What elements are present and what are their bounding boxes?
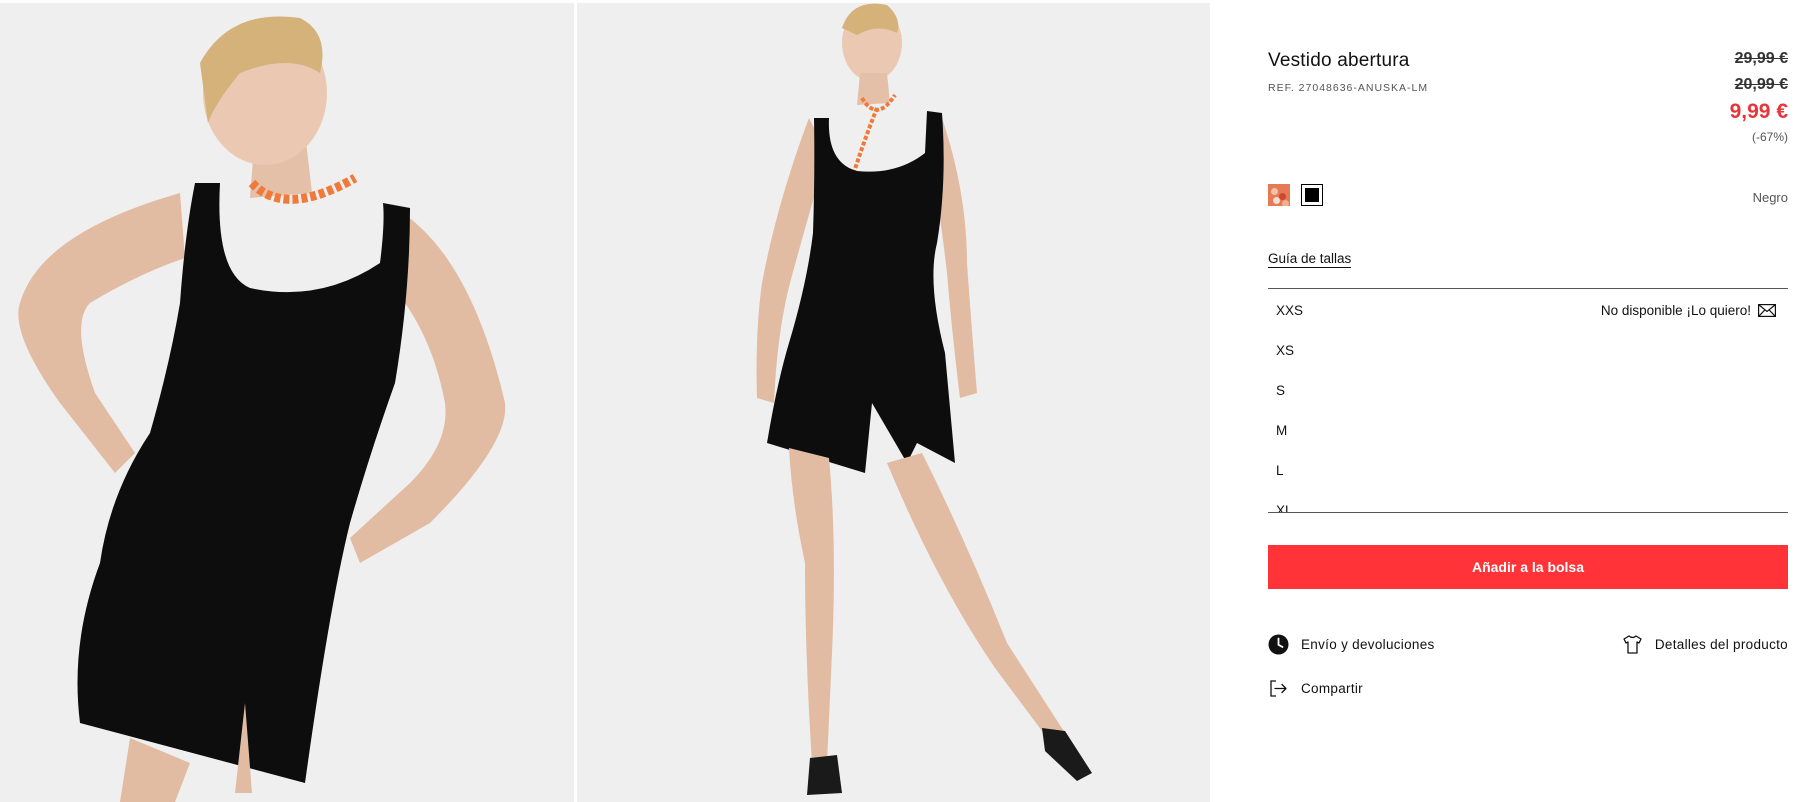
size-option-xl[interactable]: XL (1268, 490, 1788, 513)
sale-price: 9,99 € (1729, 100, 1788, 123)
share-link[interactable]: Compartir (1268, 678, 1363, 699)
size-list[interactable]: XXS No disponible ¡Lo quiero! XS S M L X… (1268, 288, 1788, 513)
color-swatch-print[interactable] (1268, 184, 1290, 206)
previous-price: 20,99 € (1734, 76, 1788, 93)
product-image-2[interactable] (577, 3, 1210, 802)
product-image-1[interactable] (0, 3, 574, 802)
product-title: Vestido abertura (1268, 50, 1410, 71)
color-swatch-black[interactable] (1301, 184, 1323, 206)
price-block: 29,99 € 20,99 € 9,99 € (-67%) (1730, 46, 1788, 148)
size-option-m[interactable]: M (1268, 410, 1788, 450)
size-guide-link[interactable]: Guía de tallas (1268, 251, 1352, 268)
product-photo-1-illustration (0, 3, 574, 802)
color-selector (1268, 184, 1323, 206)
product-gallery (0, 0, 1210, 802)
product-details-label: Detalles del producto (1654, 637, 1788, 652)
clock-icon (1268, 634, 1289, 655)
tshirt-icon (1623, 635, 1642, 654)
size-label: S (1276, 382, 1286, 398)
share-label: Compartir (1301, 681, 1363, 696)
original-price: 29,99 € (1734, 50, 1788, 67)
discount-badge: (-67%) (1751, 130, 1788, 144)
share-icon (1270, 680, 1287, 697)
size-label: M (1276, 422, 1288, 438)
add-to-bag-button[interactable]: Añadir a la bolsa (1268, 545, 1788, 589)
size-availability[interactable]: No disponible ¡Lo quiero! (1601, 290, 1776, 330)
size-option-l[interactable]: L (1268, 450, 1788, 490)
size-label: XXS (1276, 302, 1304, 318)
notify-me-label: No disponible ¡Lo quiero! (1600, 302, 1751, 318)
product-photo-2-illustration (577, 3, 1210, 802)
product-details-link[interactable]: Detalles del producto (1622, 634, 1788, 655)
product-info-panel: Vestido abertura REF. 27048636-ANUSKA-LM… (1268, 0, 1788, 802)
size-label: XL (1276, 502, 1293, 513)
size-option-s[interactable]: S (1268, 370, 1788, 410)
shipping-returns-link[interactable]: Envío y devoluciones (1268, 634, 1435, 655)
mail-icon (1758, 303, 1776, 317)
size-option-xs[interactable]: XS (1268, 330, 1788, 370)
size-label: L (1276, 462, 1284, 478)
size-option-xxs[interactable]: XXS No disponible ¡Lo quiero! (1268, 290, 1788, 330)
product-reference: REF. 27048636-ANUSKA-LM (1268, 82, 1429, 94)
size-label: XS (1276, 342, 1295, 358)
shipping-returns-label: Envío y devoluciones (1301, 637, 1435, 652)
selected-color-name: Negro (1752, 190, 1788, 205)
